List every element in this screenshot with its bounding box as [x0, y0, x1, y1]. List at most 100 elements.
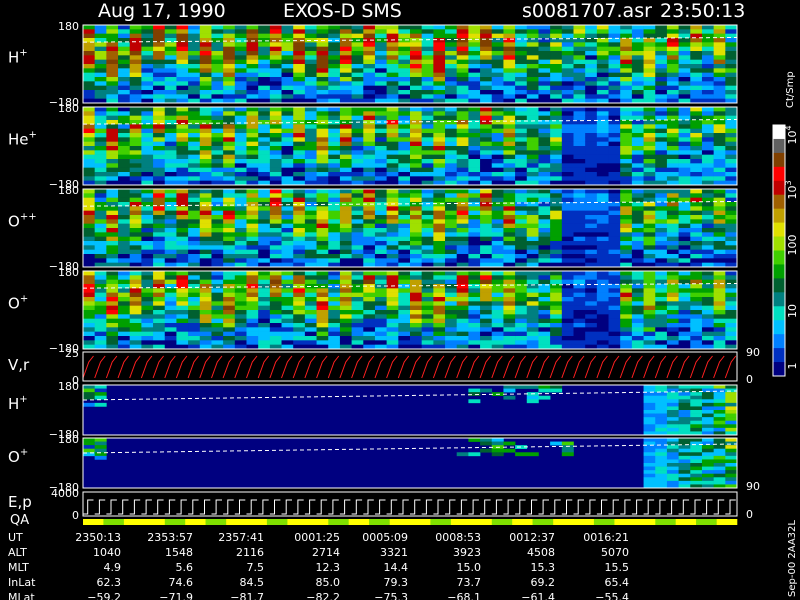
spectrogram-cell — [281, 111, 294, 116]
spectrogram-cell — [503, 228, 516, 233]
spectrogram-cell — [234, 29, 247, 34]
spectrogram-cell — [690, 219, 703, 224]
spectrogram-cell — [643, 288, 656, 293]
spectrogram-cell — [456, 141, 469, 147]
spectrogram-cell — [433, 163, 446, 168]
spectrogram-cell — [515, 59, 528, 65]
spectrogram-cell — [164, 310, 177, 315]
spectrogram-cell — [725, 228, 738, 233]
spectrogram-cell — [304, 193, 317, 198]
spectrogram-cell — [503, 115, 516, 121]
spectrogram-cell — [363, 301, 376, 306]
spectrogram-cell — [304, 115, 317, 121]
spectrogram-cell — [573, 133, 586, 138]
spectrogram-cell — [188, 236, 201, 242]
spectrogram-cell — [515, 25, 528, 30]
spectrogram-cell — [246, 120, 259, 125]
spectrogram-cell — [585, 111, 598, 116]
spectrogram-cell — [608, 90, 621, 95]
spectrogram-cell — [246, 279, 259, 285]
spectrogram-cell — [701, 331, 714, 337]
spectrogram-cell — [421, 336, 434, 341]
spectrogram-cell — [83, 441, 95, 446]
spectrogram-cell — [608, 137, 621, 142]
spectrogram-cell — [211, 85, 224, 91]
spectrogram-cell — [223, 292, 236, 298]
spectrogram-cell — [351, 146, 364, 151]
spectrogram-cell — [713, 340, 726, 345]
spectrogram-cell — [655, 399, 668, 404]
spectrogram-cell — [596, 68, 609, 73]
spectrogram-cell — [491, 245, 504, 250]
spectrogram-cell — [666, 128, 679, 134]
spectrogram-cell — [725, 473, 738, 478]
spectrogram-cell — [164, 327, 177, 332]
spectrogram-cell — [129, 176, 142, 181]
spectrogram-cell — [106, 228, 119, 233]
spectrogram-cell — [141, 133, 154, 138]
spectrogram-cell — [620, 128, 633, 134]
spectrogram-cell — [234, 128, 247, 134]
spectrogram-cell — [129, 42, 142, 47]
spectrogram-cell — [153, 336, 166, 341]
spectrogram-cell — [176, 42, 189, 47]
spectrogram-cell — [281, 215, 294, 220]
spectrogram-cell — [690, 141, 703, 147]
spectrogram-cell — [526, 150, 539, 155]
spectrogram-cell — [456, 150, 469, 155]
spectrogram-cell — [561, 72, 574, 78]
spectrogram-cell — [258, 72, 271, 78]
spectrogram-cell — [316, 254, 329, 259]
spectrogram-cell — [655, 172, 668, 177]
spectrogram-cell — [655, 64, 668, 69]
spectrogram-cell — [561, 146, 574, 151]
species-label: E,p — [8, 493, 32, 511]
spectrogram-cell — [678, 292, 691, 298]
spectrogram-cell — [480, 172, 493, 177]
qa-segment — [716, 519, 738, 525]
spectrogram-cell — [468, 232, 481, 237]
spectrogram-cell — [141, 228, 154, 233]
panel-5 — [82, 351, 738, 382]
spectrogram-cell — [480, 219, 493, 224]
spectrogram-cell — [304, 254, 317, 259]
spectrogram-cell — [199, 111, 212, 116]
spectrogram-cell — [690, 64, 703, 69]
spectrogram-cell — [701, 146, 714, 151]
spectrogram-cell — [538, 301, 551, 306]
spectrogram-cell — [316, 137, 329, 142]
spectrogram-cell — [538, 310, 551, 315]
spectrogram-cell — [363, 90, 376, 95]
spectrogram-cell — [631, 141, 644, 147]
spectrogram-cell — [445, 301, 458, 306]
spectrogram-cell — [374, 271, 387, 276]
spectrogram-cell — [456, 59, 469, 65]
spectrogram-cell — [304, 236, 317, 242]
spectrogram-cell — [491, 94, 504, 99]
spectrogram-cell — [596, 292, 609, 298]
spectrogram-cell — [701, 477, 714, 482]
spectrogram-cell — [363, 163, 376, 168]
spectrogram-cell — [410, 72, 422, 78]
spectrogram-cell — [129, 172, 142, 177]
spectrogram-cell — [118, 81, 131, 86]
spectrogram-cell — [713, 427, 726, 432]
spectrogram-cell — [258, 275, 271, 280]
spectrogram-cell — [515, 228, 528, 233]
spectrogram-cell — [106, 210, 119, 216]
spectrogram-cell — [398, 141, 411, 147]
spectrogram-cell — [526, 128, 539, 134]
spectrogram-cell — [503, 141, 516, 147]
spectrogram-cell — [573, 210, 586, 216]
spectrogram-cell — [655, 427, 668, 432]
spectrogram-cell — [398, 232, 411, 237]
spectrogram-cell — [94, 228, 107, 233]
spectrogram-cell — [153, 241, 166, 246]
spectrogram-cell — [339, 236, 352, 242]
spectrogram-cell — [234, 236, 247, 242]
spectrogram-cell — [316, 241, 329, 246]
spectrogram-cell — [94, 25, 107, 30]
spectrogram-cell — [701, 154, 714, 160]
spectrogram-cell — [234, 292, 247, 298]
spectrogram-cell — [643, 331, 656, 337]
